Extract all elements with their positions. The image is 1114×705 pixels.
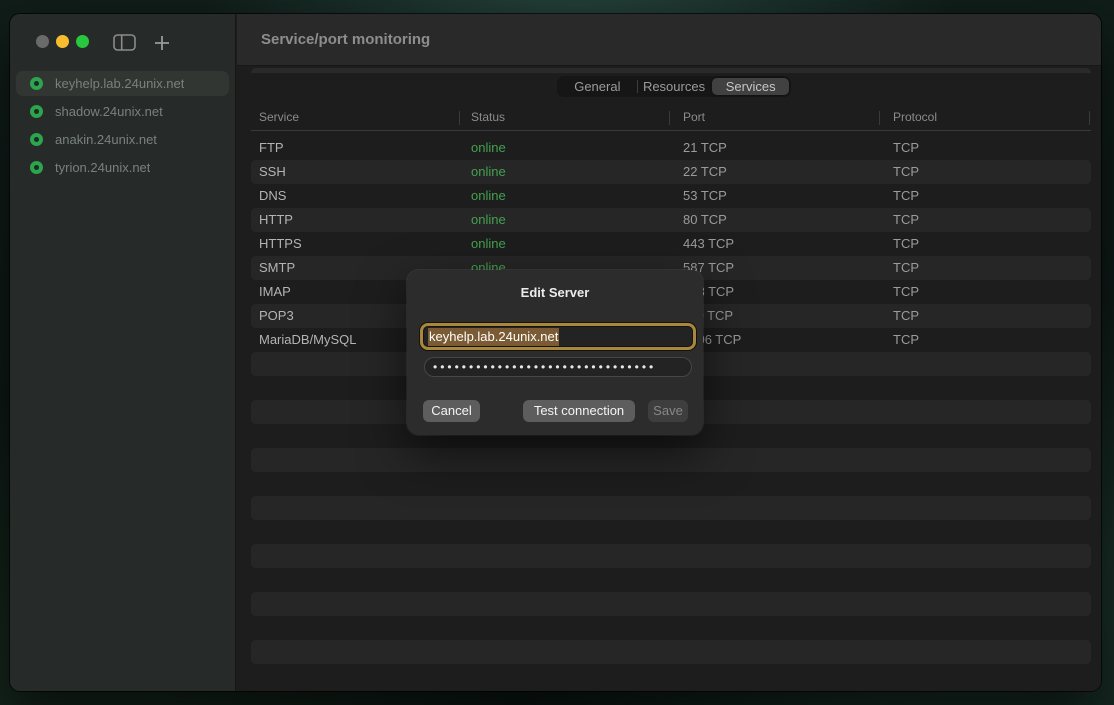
- table-header: Service Status Port Protocol: [251, 105, 1091, 131]
- server-status-icon: [30, 161, 43, 174]
- cell-status: online: [471, 160, 506, 184]
- cell-service: MariaDB/MySQL: [259, 328, 357, 352]
- cell-port: 21 TCP: [683, 136, 727, 160]
- cell-protocol: TCP: [893, 160, 919, 184]
- sidebar-item-label: tyrion.24unix.net: [55, 160, 150, 175]
- test-connection-button[interactable]: Test connection: [523, 400, 635, 422]
- server-name-input[interactable]: keyhelp.lab.24unix.net: [420, 323, 696, 350]
- minimize-button[interactable]: [56, 35, 69, 48]
- tab-resources[interactable]: Resources: [636, 78, 713, 95]
- zoom-button[interactable]: [76, 35, 89, 48]
- table-row[interactable]: SSH online 22 TCP TCP: [251, 160, 1091, 184]
- sidebar-item-server[interactable]: keyhelp.lab.24unix.net: [16, 71, 229, 96]
- sidebar-item-label: keyhelp.lab.24unix.net: [55, 76, 184, 91]
- table-row[interactable]: HTTPS online 443 TCP TCP: [251, 232, 1091, 256]
- titlebar: Service/port monitoring: [237, 14, 1101, 66]
- tab-bar: GeneralResourcesServices: [557, 76, 791, 97]
- table-row[interactable]: FTP online 21 TCP TCP: [251, 136, 1091, 160]
- save-button[interactable]: Save: [648, 400, 688, 422]
- sidebar: keyhelp.lab.24unix.net shadow.24unix.net a…: [10, 14, 236, 691]
- table-row-empty: [251, 448, 1091, 472]
- traffic-lights: [36, 35, 89, 48]
- cell-protocol: TCP: [893, 280, 919, 304]
- cell-port: 53 TCP: [683, 184, 727, 208]
- server-status-icon: [30, 105, 43, 118]
- cell-service: IMAP: [259, 280, 291, 304]
- table-row[interactable]: DNS online 53 TCP TCP: [251, 184, 1091, 208]
- cell-service: HTTP: [259, 208, 293, 232]
- cell-port: 22 TCP: [683, 160, 727, 184]
- cell-service: DNS: [259, 184, 286, 208]
- password-masked-value: •••••••••••••••••••••••••••••••: [425, 358, 691, 376]
- server-list: keyhelp.lab.24unix.net shadow.24unix.net a…: [16, 71, 229, 183]
- tab-general[interactable]: General: [559, 78, 636, 95]
- table-row-empty: [251, 640, 1091, 664]
- server-name-selected-text: keyhelp.lab.24unix.net: [428, 328, 559, 346]
- cell-protocol: TCP: [893, 232, 919, 256]
- table-row-empty: [251, 520, 1091, 544]
- close-button[interactable]: [36, 35, 49, 48]
- server-status-icon: [30, 133, 43, 146]
- sidebar-item-server[interactable]: tyrion.24unix.net: [16, 155, 229, 180]
- edit-server-dialog: Edit Server keyhelp.lab.24unix.net •••••…: [407, 270, 703, 435]
- table-row-empty: [251, 472, 1091, 496]
- cell-status: online: [471, 232, 506, 256]
- column-header-service[interactable]: Service: [259, 105, 299, 130]
- table-row-empty: [251, 664, 1091, 688]
- table-row[interactable]: HTTP online 80 TCP TCP: [251, 208, 1091, 232]
- dialog-title: Edit Server: [407, 285, 703, 300]
- sidebar-item-label: shadow.24unix.net: [55, 104, 163, 119]
- column-separator: [669, 111, 670, 125]
- cell-service: FTP: [259, 136, 284, 160]
- cell-protocol: TCP: [893, 208, 919, 232]
- cell-service: POP3: [259, 304, 294, 328]
- table-row-empty: [251, 616, 1091, 640]
- table-row-empty: [251, 592, 1091, 616]
- column-header-port[interactable]: Port: [683, 105, 705, 130]
- cell-status: online: [471, 208, 506, 232]
- cell-status: online: [471, 184, 506, 208]
- cell-protocol: TCP: [893, 304, 919, 328]
- sidebar-toolbar: [113, 34, 170, 51]
- sidebar-item-label: anakin.24unix.net: [55, 132, 157, 147]
- column-separator: [459, 111, 460, 125]
- cell-service: SSH: [259, 160, 286, 184]
- password-input[interactable]: •••••••••••••••••••••••••••••••: [424, 357, 692, 377]
- cell-service: HTTPS: [259, 232, 302, 256]
- table-row-empty: [251, 544, 1091, 568]
- toggle-sidebar-icon[interactable]: [113, 34, 136, 51]
- tab-services[interactable]: Services: [712, 78, 789, 95]
- column-header-status[interactable]: Status: [471, 105, 505, 130]
- column-separator: [1089, 111, 1090, 125]
- cell-port: 80 TCP: [683, 208, 727, 232]
- sidebar-item-server[interactable]: anakin.24unix.net: [16, 127, 229, 152]
- cell-service: SMTP: [259, 256, 295, 280]
- add-server-icon[interactable]: [154, 35, 170, 51]
- cell-protocol: TCP: [893, 184, 919, 208]
- sidebar-item-server[interactable]: shadow.24unix.net: [16, 99, 229, 124]
- column-separator: [879, 111, 880, 125]
- cell-protocol: TCP: [893, 328, 919, 352]
- cancel-button[interactable]: Cancel: [423, 400, 480, 422]
- cell-status: online: [471, 136, 506, 160]
- column-header-protocol[interactable]: Protocol: [893, 105, 937, 130]
- cell-port: 443 TCP: [683, 232, 734, 256]
- table-row-empty: [251, 496, 1091, 520]
- content-top-edge: [251, 68, 1091, 73]
- cell-protocol: TCP: [893, 136, 919, 160]
- cell-protocol: TCP: [893, 256, 919, 280]
- table-row-empty: [251, 568, 1091, 592]
- desktop-background: keyhelp.lab.24unix.net shadow.24unix.net a…: [0, 0, 1114, 705]
- server-status-icon: [30, 77, 43, 90]
- page-title: Service/port monitoring: [261, 14, 430, 66]
